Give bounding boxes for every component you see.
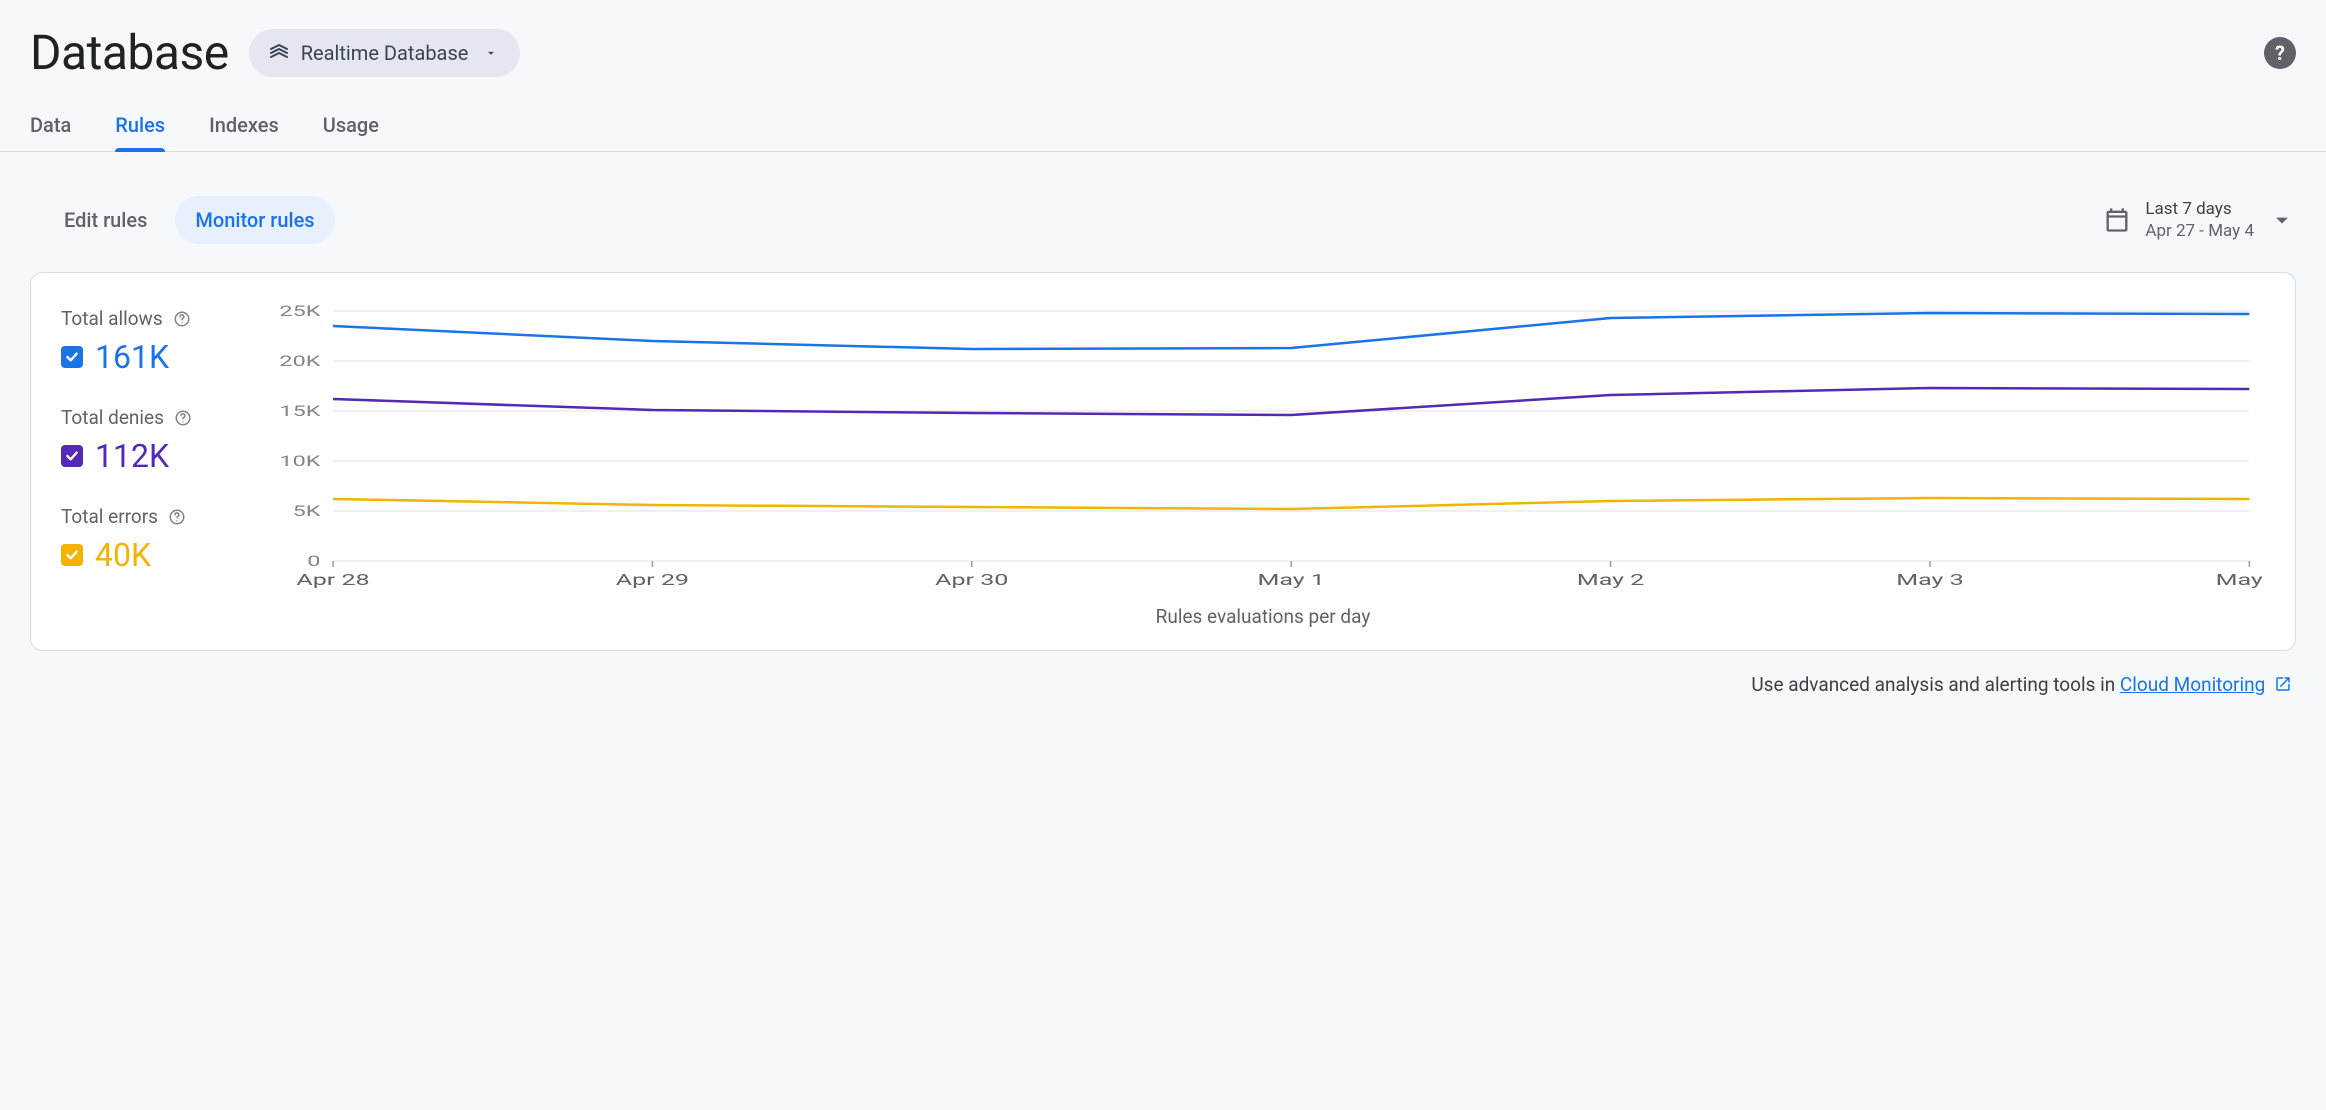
svg-text:May 3: May 3 <box>1896 571 1963 589</box>
svg-text:Apr 29: Apr 29 <box>616 571 689 589</box>
database-selector[interactable]: Realtime Database <box>249 29 521 77</box>
subtab-monitor-rules[interactable]: Monitor rules <box>175 196 334 244</box>
tab-indexes[interactable]: Indexes <box>209 101 279 151</box>
rules-subtabs: Edit rules Monitor rules <box>44 196 335 244</box>
legend-item-denies: Total denies 112K <box>61 406 231 475</box>
svg-text:5K: 5K <box>293 502 322 520</box>
main-tabs: Data Rules Indexes Usage <box>0 101 2326 152</box>
external-link-icon <box>2274 675 2292 693</box>
page-title: Database <box>30 24 229 81</box>
date-range-label: Last 7 days <box>2145 198 2254 220</box>
svg-text:0: 0 <box>307 552 320 570</box>
check-icon <box>64 448 80 464</box>
realtime-database-icon <box>267 41 291 65</box>
legend-label-denies: Total denies <box>61 406 164 429</box>
svg-text:Apr 28: Apr 28 <box>296 571 369 589</box>
calendar-icon <box>2103 206 2131 234</box>
help-icon: ? <box>2275 41 2285 65</box>
svg-text:May 4: May 4 <box>2216 571 2265 589</box>
tab-rules[interactable]: Rules <box>115 101 165 151</box>
help-icon[interactable] <box>174 409 192 427</box>
chevron-down-icon <box>484 46 498 60</box>
svg-text:25K: 25K <box>279 302 321 320</box>
legend-value-denies: 112K <box>95 437 169 475</box>
help-icon[interactable] <box>168 508 186 526</box>
svg-text:May 1: May 1 <box>1257 571 1324 589</box>
date-range-picker[interactable]: Last 7 days Apr 27 - May 4 <box>2103 198 2296 242</box>
legend-item-errors: Total errors 40K <box>61 505 231 574</box>
subheader: Edit rules Monitor rules Last 7 days Apr… <box>0 152 2326 264</box>
chart: 0 5K 10K 15K 20K 25K Apr 28 Apr 29 Apr 30 May 1 Ma… <box>261 301 2265 628</box>
legend-item-allows: Total allows 161K <box>61 307 231 376</box>
footer-text: Use advanced analysis and alerting tools… <box>1751 673 2120 696</box>
chart-xlabel: Rules evaluations per day <box>261 605 2265 628</box>
legend-label-errors: Total errors <box>61 505 158 528</box>
legend-checkbox-allows[interactable] <box>61 346 83 368</box>
header: Database Realtime Database ? <box>0 0 2326 101</box>
tab-usage[interactable]: Usage <box>323 101 379 151</box>
footer-note: Use advanced analysis and alerting tools… <box>0 651 2326 696</box>
chart-legend: Total allows 161K Total denies <box>61 301 231 628</box>
legend-checkbox-errors[interactable] <box>61 544 83 566</box>
line-chart: 0 5K 10K 15K 20K 25K Apr 28 Apr 29 Apr 30 May 1 Ma… <box>261 301 2265 591</box>
chart-card: Total allows 161K Total denies <box>30 272 2296 651</box>
help-button[interactable]: ? <box>2264 37 2296 69</box>
svg-text:Apr 30: Apr 30 <box>935 571 1008 589</box>
check-icon <box>64 349 80 365</box>
database-selector-label: Realtime Database <box>301 41 469 65</box>
subtab-edit-rules[interactable]: Edit rules <box>44 196 167 244</box>
tab-data[interactable]: Data <box>30 101 71 151</box>
cloud-monitoring-link[interactable]: Cloud Monitoring <box>2120 673 2265 696</box>
svg-text:May 2: May 2 <box>1577 571 1645 589</box>
date-range-text: Last 7 days Apr 27 - May 4 <box>2145 198 2254 242</box>
check-icon <box>64 547 80 563</box>
svg-text:15K: 15K <box>279 402 321 420</box>
legend-value-allows: 161K <box>95 338 169 376</box>
date-range-value: Apr 27 - May 4 <box>2145 220 2254 242</box>
svg-text:10K: 10K <box>279 452 321 470</box>
help-icon[interactable] <box>173 310 191 328</box>
legend-label-allows: Total allows <box>61 307 163 330</box>
legend-checkbox-denies[interactable] <box>61 445 83 467</box>
svg-text:20K: 20K <box>279 352 321 370</box>
legend-value-errors: 40K <box>95 536 151 574</box>
chevron-down-icon <box>2268 206 2296 234</box>
